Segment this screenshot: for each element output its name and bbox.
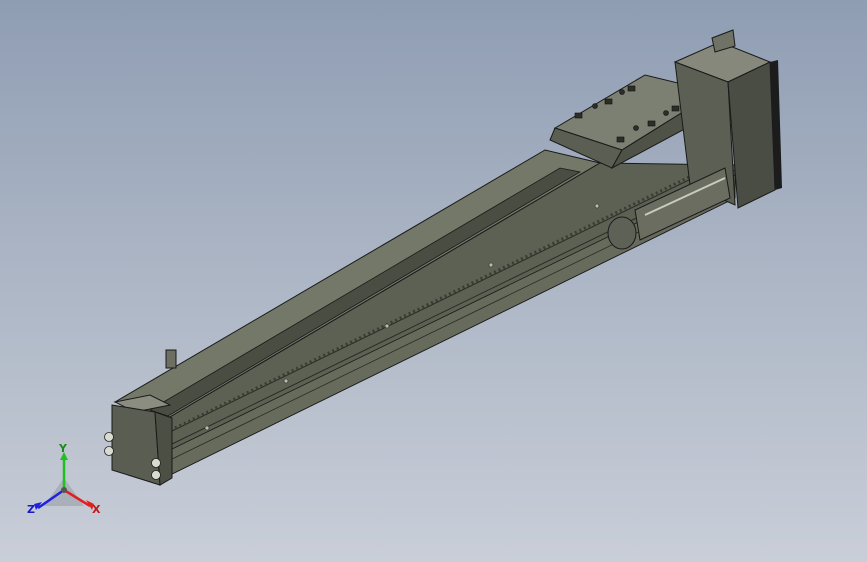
axis-label-y: Y <box>59 442 67 455</box>
triad-graphic <box>34 452 94 510</box>
sensor-tab <box>165 349 177 369</box>
axis-label-z: Z <box>27 503 35 516</box>
axis-label-x: X <box>92 503 101 516</box>
motor-cylinder-end <box>607 216 637 250</box>
cad-viewport[interactable]: Y X Z <box>0 0 867 562</box>
actuator-model[interactable] <box>0 0 867 562</box>
axis-triad[interactable]: Y X Z <box>24 442 104 528</box>
